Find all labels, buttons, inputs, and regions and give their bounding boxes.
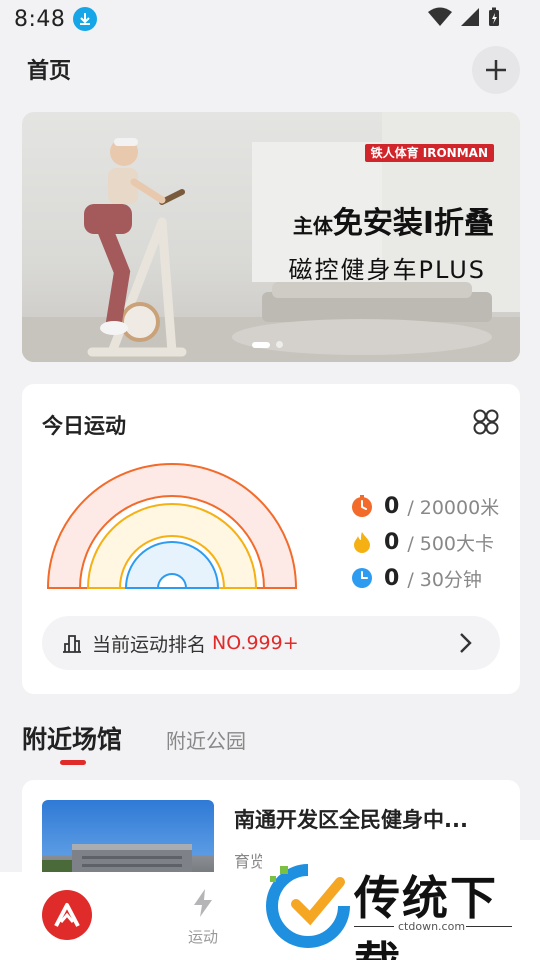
download-icon [73,7,98,31]
promo-banner[interactable]: 铁人体育 IRONMAN 主体免安装I折叠 磁控健身车PLUS [22,112,520,362]
stat-goal: / 500大卡 [407,532,495,555]
nearby-tabs: 附近场馆 附近公园 [22,720,520,770]
carousel-dot-active [252,341,270,348]
watermark-text: 传统下载 [354,871,498,960]
status-time: 8:48 [14,6,66,32]
clock-icon [350,566,374,590]
banner-headline: 主体免安装I折叠 [293,198,494,242]
watermark-divider [466,926,512,927]
stat-duration: 0 / 30分钟 [350,560,499,596]
stopwatch-icon [350,494,374,518]
battery-icon [489,7,499,26]
watermark-logo [266,864,350,948]
ranking-icon [63,635,81,653]
banner-headline-prefix: 主体 [292,214,333,238]
grid-icon[interactable] [472,408,500,436]
wifi-icon [428,7,452,26]
ranking-value: NO.999+ [212,632,299,654]
carousel-dot [276,341,283,348]
tab-nearby-venues[interactable]: 附近场馆 [22,720,122,756]
watermark: 传统下载 ctdown.com [262,840,540,960]
lightning-icon [194,889,212,917]
stat-value: 0 [384,493,400,519]
today-activity-title: 今日运动 [42,414,126,438]
signal-icon [461,8,479,26]
stat-value: 0 [384,529,400,555]
ranking-label: 当前运动排名 [92,633,207,656]
banner-headline-main: 免安装I折叠 [332,206,494,241]
header: 首页 [0,44,540,94]
chevron-right-icon [460,633,472,653]
tab-indicator [60,760,86,765]
activity-rings [46,463,298,589]
add-button[interactable] [472,46,520,94]
ranking-row[interactable]: 当前运动排名 NO.999+ [42,616,500,670]
stat-goal: / 30分钟 [407,568,482,591]
activity-stats: 0 / 20000米 0 / 500大卡 0 / 30分钟 [350,488,499,596]
plus-icon [486,60,506,80]
stat-value: 0 [384,565,400,591]
watermark-divider [354,926,394,927]
status-bar: 8:48 [0,0,540,38]
stat-calories: 0 / 500大卡 [350,524,499,560]
stat-goal: / 20000米 [407,496,500,519]
tab-sport[interactable]: 运动 [180,888,226,947]
venue-name: 南通开发区全民健身中... [234,808,468,832]
watermark-url: ctdown.com [398,920,466,933]
brand-logo: 铁人体育 IRONMAN [364,144,494,162]
tab-nearby-parks[interactable]: 附近公园 [166,725,246,754]
page-title: 首页 [27,59,72,84]
banner-subheadline: 磁控健身车PLUS [288,256,486,284]
tab-sport-label: 运动 [187,928,218,946]
today-activity-card: 今日运动 0 / 20000米 0 / 500大卡 0 / 30分钟 当前运动排… [22,384,520,694]
carousel-indicator [252,341,283,348]
flame-icon [350,530,374,554]
home-tab-icon[interactable] [42,890,92,940]
stat-distance: 0 / 20000米 [350,488,499,524]
